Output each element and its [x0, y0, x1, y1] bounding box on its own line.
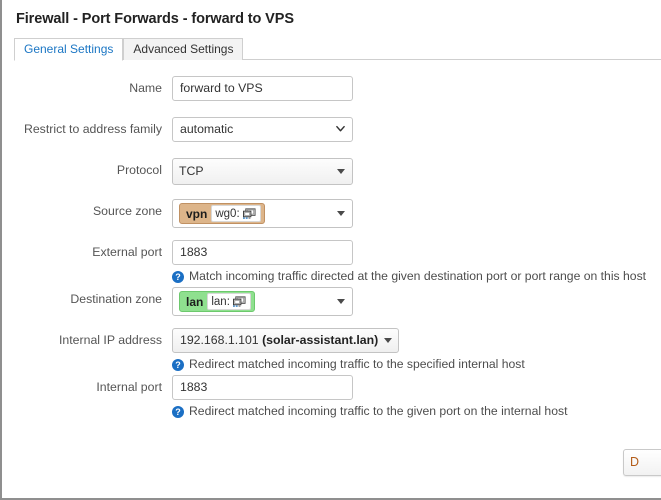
svg-text:?: ?	[175, 272, 181, 282]
restrict-family-select[interactable]: automatic	[172, 117, 353, 142]
internal-port-help-text: Redirect matched incoming traffic to the…	[189, 404, 568, 418]
internal-port-help: ? Redirect matched incoming traffic to t…	[172, 400, 661, 420]
label-source-zone: Source zone	[92, 204, 162, 218]
form-row-external-port: External port 1883 ? Match incoming traf…	[2, 238, 661, 285]
field-destination-zone: lan lan:	[172, 285, 661, 316]
source-zone-interface-label: wg0:	[215, 207, 240, 220]
field-external-port: 1883 ? Match incoming traffic directed a…	[172, 238, 661, 285]
tab-advanced-settings[interactable]: Advanced Settings	[123, 38, 244, 60]
source-zone-interface: wg0:	[211, 205, 261, 222]
title-bar: Firewall - Port Forwards - forward to VP…	[2, 0, 661, 32]
dismiss-button[interactable]: D	[623, 449, 661, 476]
question-circle-icon: ?	[172, 406, 184, 418]
ethernet-device-icon	[232, 296, 246, 307]
form-row-internal-port: Internal port 1883 ? Redirect matched in…	[2, 373, 661, 420]
destination-zone-dropdown[interactable]: lan lan:	[172, 287, 353, 316]
label-internal-port: Internal port	[96, 380, 162, 394]
form-row-source-zone: Source zone vpn wg0:	[2, 197, 661, 238]
form-row-name: Name forward to VPS	[2, 74, 661, 115]
label-name: Name	[129, 81, 162, 95]
source-zone-name: vpn	[186, 206, 208, 221]
external-port-help-text: Match incoming traffic directed at the g…	[189, 269, 647, 283]
label-protocol: Protocol	[116, 163, 162, 177]
form-row-destination-zone: Destination zone lan lan:	[2, 285, 661, 326]
tab-general-settings[interactable]: General Settings	[14, 38, 124, 61]
name-input[interactable]: forward to VPS	[172, 76, 353, 101]
internal-ip-hostname: (solar-assistant.lan)	[262, 333, 379, 347]
tab-bar: General Settings Advanced Settings	[14, 38, 661, 61]
destination-zone-interface: lan:	[207, 293, 251, 310]
label-external-port: External port	[92, 245, 162, 259]
caret-down-icon	[337, 210, 345, 216]
protocol-value: TCP	[179, 164, 204, 178]
field-source-zone: vpn wg0:	[172, 197, 661, 228]
field-protocol: TCP	[172, 156, 661, 185]
field-name: forward to VPS	[172, 74, 661, 101]
caret-down-icon	[337, 168, 345, 174]
label-internal-ip: Internal IP address	[59, 333, 162, 347]
destination-zone-name: lan	[186, 294, 204, 309]
source-zone-chip: vpn wg0:	[179, 203, 265, 224]
ethernet-device-icon	[242, 208, 256, 219]
question-circle-icon: ?	[172, 359, 184, 371]
internal-ip-help: ? Redirect matched incoming traffic to t…	[172, 353, 661, 373]
field-internal-port: 1883 ? Redirect matched incoming traffic…	[172, 373, 661, 420]
question-circle-icon: ?	[172, 271, 184, 283]
svg-text:?: ?	[175, 407, 181, 417]
svg-text:?: ?	[175, 360, 181, 370]
form-row-internal-ip: Internal IP address 192.168.1.101 (solar…	[2, 326, 661, 373]
port-forward-form: Name forward to VPS Restrict to address …	[2, 60, 661, 420]
internal-ip-help-text: Redirect matched incoming traffic to the…	[189, 357, 525, 371]
destination-zone-chip: lan lan:	[179, 291, 255, 312]
field-restrict-family: automatic	[172, 115, 661, 142]
internal-ip-value: 192.168.1.101	[180, 333, 259, 347]
form-row-protocol: Protocol TCP	[2, 156, 661, 197]
internal-ip-dropdown[interactable]: 192.168.1.101 (solar-assistant.lan)	[172, 328, 400, 353]
caret-down-icon	[384, 337, 393, 343]
label-restrict-family: Restrict to address family	[23, 122, 162, 136]
page-title: Firewall - Port Forwards - forward to VP…	[16, 11, 294, 27]
external-port-input[interactable]: 1883	[172, 240, 353, 265]
source-zone-dropdown[interactable]: vpn wg0:	[172, 199, 353, 228]
destination-zone-interface-label: lan:	[211, 295, 230, 308]
internal-port-input[interactable]: 1883	[172, 375, 353, 400]
field-internal-ip: 192.168.1.101 (solar-assistant.lan) ? Re…	[172, 326, 661, 373]
external-port-help: ? Match incoming traffic directed at the…	[172, 265, 661, 285]
restrict-family-value: automatic	[180, 122, 234, 136]
form-row-restrict-family: Restrict to address family automatic	[2, 115, 661, 156]
label-destination-zone: Destination zone	[70, 292, 162, 306]
dialog-window: Firewall - Port Forwards - forward to VP…	[0, 0, 661, 500]
caret-down-icon	[337, 298, 345, 304]
protocol-dropdown[interactable]: TCP	[172, 158, 353, 185]
chevron-down-icon	[336, 125, 345, 131]
